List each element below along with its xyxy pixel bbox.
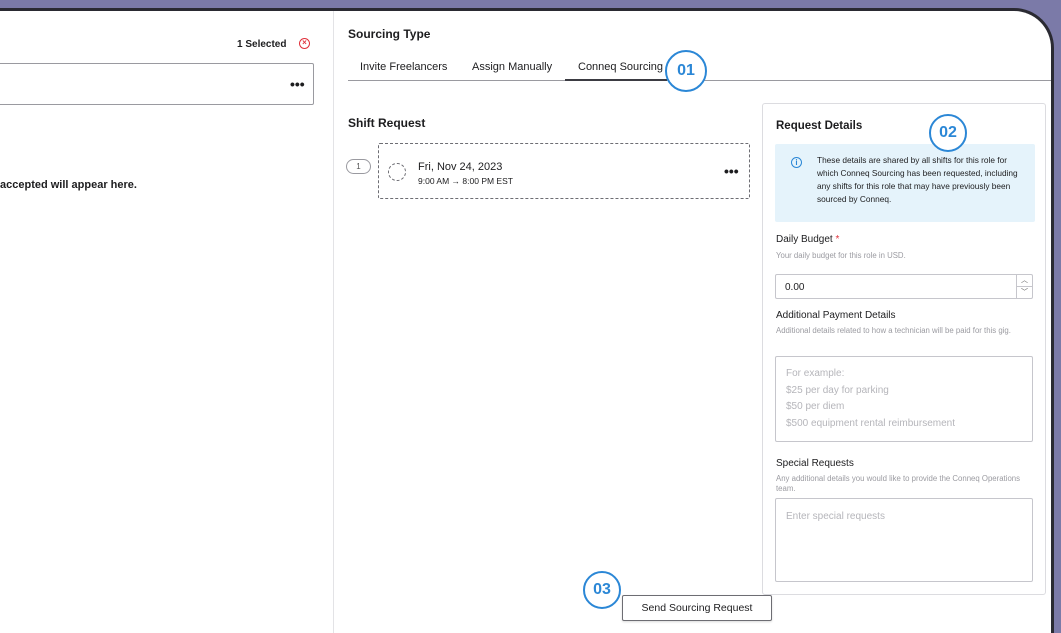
send-sourcing-request-button[interactable]: Send Sourcing Request: [622, 595, 772, 621]
daily-budget-input[interactable]: 0.00 ︿ ﹀: [775, 274, 1033, 299]
info-notice: i These details are shared by all shifts…: [775, 144, 1035, 222]
empty-state-message: accepted will appear here.: [0, 179, 137, 191]
payment-details-help: Additional details related to how a tech…: [776, 326, 1011, 335]
callout-02: 02: [929, 114, 967, 152]
callout-01: 01: [665, 50, 707, 92]
daily-budget-value: 0.00: [785, 282, 805, 293]
app-window: 1 Selected × ••• accepted will appear he…: [0, 8, 1054, 633]
daily-budget-label-text: Daily Budget: [776, 234, 833, 245]
active-tab-indicator: [565, 79, 667, 81]
request-details-title: Request Details: [776, 120, 863, 132]
daily-budget-label: Daily Budget *: [776, 234, 839, 245]
x-circle-icon[interactable]: ×: [299, 38, 310, 49]
shift-select-radio[interactable]: [388, 163, 406, 181]
budget-stepper[interactable]: ︿ ﹀: [1016, 275, 1032, 298]
tab-conneq-sourcing[interactable]: Conneq Sourcing: [578, 61, 663, 73]
special-requests-textarea[interactable]: Enter special requests: [775, 498, 1033, 582]
chevron-down-icon[interactable]: ﹀: [1017, 286, 1032, 297]
shift-card[interactable]: Fri, Nov 24, 2023 9:00 AM → 8:00 PM EST …: [378, 143, 750, 199]
payment-placeholder-line: $500 equipment rental reimbursement: [786, 417, 955, 429]
payment-placeholder-line: $25 per day for parking: [786, 384, 889, 396]
tab-invite-freelancers[interactable]: Invite Freelancers: [360, 61, 447, 73]
payment-placeholder-line: $50 per diem: [786, 401, 845, 412]
selected-item-box[interactable]: •••: [0, 63, 314, 105]
shift-request-title: Shift Request: [348, 116, 426, 130]
payment-placeholder-line: For example:: [786, 368, 845, 379]
sourcing-type-title: Sourcing Type: [348, 27, 431, 41]
selected-count: 1 Selected: [237, 39, 287, 50]
more-options-icon[interactable]: •••: [290, 77, 305, 91]
required-mark: *: [835, 234, 840, 245]
tab-assign-manually[interactable]: Assign Manually: [472, 61, 552, 73]
payment-details-textarea[interactable]: For example: $25 per day for parking $50…: [775, 356, 1033, 442]
chevron-up-icon[interactable]: ︿: [1017, 275, 1032, 286]
info-text: These details are shared by all shifts f…: [817, 155, 1018, 204]
info-icon: i: [791, 157, 802, 168]
shift-index-badge: 1: [346, 159, 371, 174]
left-pane: 1 Selected × ••• accepted will appear he…: [0, 11, 334, 633]
special-requests-placeholder: Enter special requests: [786, 511, 885, 522]
request-details-panel: Request Details i These details are shar…: [762, 103, 1046, 595]
special-requests-label: Special Requests: [776, 458, 854, 469]
shift-date: Fri, Nov 24, 2023: [418, 161, 503, 173]
payment-details-label: Additional Payment Details: [776, 310, 896, 321]
shift-more-options-icon[interactable]: •••: [724, 164, 739, 178]
special-requests-help: Any additional details you would like to…: [776, 474, 1021, 493]
callout-03: 03: [583, 571, 621, 609]
shift-time: 9:00 AM → 8:00 PM EST: [418, 176, 513, 186]
daily-budget-help: Your daily budget for this role in USD.: [776, 251, 906, 260]
